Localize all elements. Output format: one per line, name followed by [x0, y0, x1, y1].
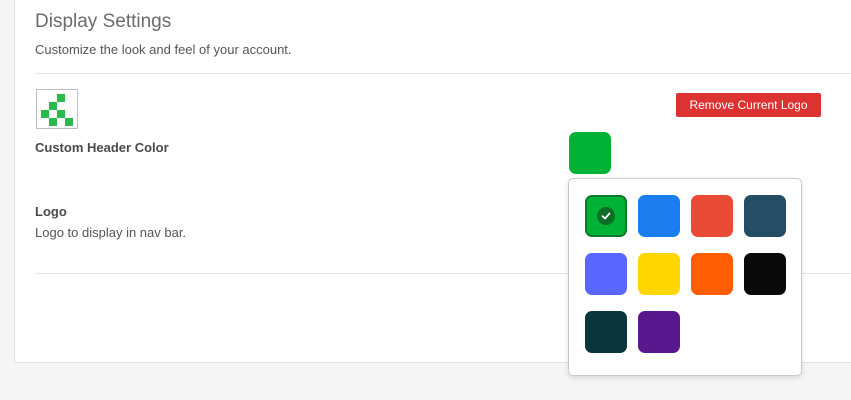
page-subtitle: Customize the look and feel of your acco…: [35, 42, 292, 57]
color-palette-popover: [568, 178, 802, 376]
logo-pixel: [65, 118, 73, 126]
logo-pixel: [41, 110, 49, 118]
logo-label: Logo: [35, 204, 67, 219]
color-swatch[interactable]: [744, 195, 786, 237]
color-swatch[interactable]: [638, 195, 680, 237]
color-swatch[interactable]: [638, 311, 680, 353]
custom-header-color-label: Custom Header Color: [35, 140, 169, 155]
color-swatch[interactable]: [744, 253, 786, 295]
color-swatch[interactable]: [638, 253, 680, 295]
logo-pixel: [49, 118, 57, 126]
color-swatch[interactable]: [691, 195, 733, 237]
header-color-picker-button[interactable]: [569, 132, 611, 174]
color-swatch[interactable]: [585, 311, 627, 353]
checkmark-icon: [597, 207, 615, 225]
logo-pixel: [57, 110, 65, 118]
color-swatch[interactable]: [585, 195, 627, 237]
remove-current-logo-button[interactable]: Remove Current Logo: [676, 93, 821, 117]
color-swatch[interactable]: [585, 253, 627, 295]
divider: [35, 73, 851, 74]
logo-pixel: [57, 94, 65, 102]
color-swatch[interactable]: [691, 253, 733, 295]
current-logo-image: [36, 89, 78, 129]
logo-description: Logo to display in nav bar.: [35, 225, 187, 240]
page-title: Display Settings: [35, 11, 172, 32]
logo-pixel: [49, 102, 57, 110]
